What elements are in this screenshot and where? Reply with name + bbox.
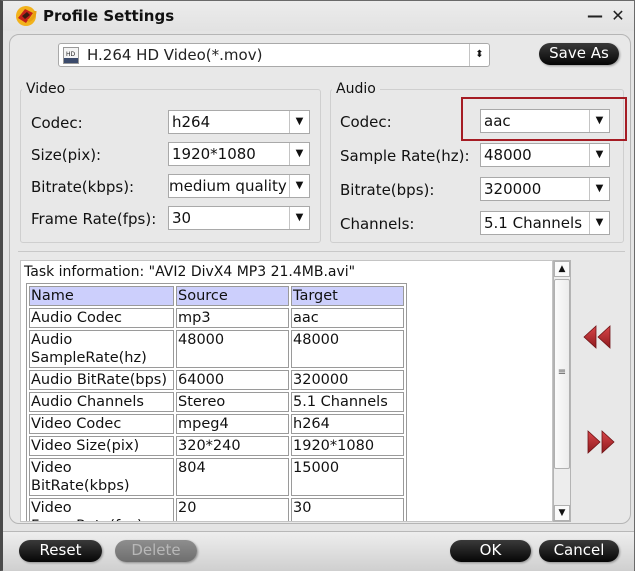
- dropdown-arrow-icon[interactable]: ▼: [289, 207, 309, 229]
- table-row: Video Codec mpeg4 h264: [29, 414, 404, 434]
- row-name: Video FrameRate(fps): [29, 498, 174, 521]
- dropdown-arrow-icon[interactable]: ▼: [289, 111, 309, 133]
- column-header-source: Source: [176, 286, 289, 306]
- table-row: Audio BitRate(bps) 64000 320000: [29, 370, 404, 390]
- save-as-button[interactable]: Save As: [539, 43, 619, 65]
- row-name: Video Codec: [29, 414, 174, 434]
- row-name: Audio BitRate(bps): [29, 370, 174, 390]
- video-legend: Video: [26, 81, 66, 97]
- row-source: 804: [176, 458, 289, 496]
- dropdown-arrow-icon[interactable]: ▼: [589, 178, 609, 200]
- window-title: Profile Settings: [43, 7, 175, 25]
- row-name: Video BitRate(kbps): [29, 458, 174, 496]
- row-target: 5.1 Channels: [291, 392, 404, 412]
- updown-arrow-icon[interactable]: ⬍: [469, 44, 489, 66]
- rewind-icon[interactable]: [583, 325, 613, 349]
- audio-channels-select[interactable]: 5.1 Channels ▼: [480, 211, 610, 235]
- video-bitrate-select[interactable]: medium quality ▼: [168, 174, 310, 198]
- row-source: mpeg4: [176, 414, 289, 434]
- audio-legend: Audio: [336, 81, 376, 97]
- delete-button[interactable]: Delete: [115, 540, 197, 562]
- audio-samplerate-label: Sample Rate(hz):: [340, 147, 470, 165]
- video-framerate-label: Frame Rate(fps):: [31, 210, 157, 228]
- video-size-label: Size(pix):: [31, 146, 102, 164]
- row-source: Stereo: [176, 392, 289, 412]
- divider: [18, 251, 625, 252]
- audio-bitrate-label: Bitrate(bps):: [340, 181, 435, 199]
- audio-samplerate-select[interactable]: 48000 ▼: [480, 143, 610, 167]
- audio-bitrate-value: 320000: [484, 180, 542, 198]
- video-bitrate-value: medium quality: [169, 177, 287, 195]
- dropdown-arrow-icon[interactable]: ▼: [589, 144, 609, 166]
- reset-button[interactable]: Reset: [19, 540, 102, 562]
- minimize-button[interactable]: —: [586, 7, 604, 25]
- scroll-thumb[interactable]: ≡: [554, 279, 570, 469]
- row-source: 20: [176, 498, 289, 521]
- table-header-row: Name Source Target: [29, 286, 404, 306]
- cancel-button[interactable]: Cancel: [539, 540, 619, 562]
- hd-mov-file-icon: HD: [63, 47, 79, 64]
- row-source: mp3: [176, 308, 289, 328]
- video-framerate-select[interactable]: 30 ▼: [168, 206, 310, 230]
- task-info-title: Task information: "AVI2 DivX4 MP3 21.4MB…: [24, 264, 356, 280]
- row-target: h264: [291, 414, 404, 434]
- table-row: Audio SampleRate(hz) 48000 48000: [29, 330, 404, 368]
- row-target: 30: [291, 498, 404, 521]
- video-codec-select[interactable]: h264 ▼: [168, 110, 310, 134]
- title-bar: Profile Settings — ✕: [3, 1, 634, 31]
- column-header-target: Target: [291, 286, 404, 306]
- scroll-up-icon[interactable]: ▲: [554, 261, 570, 277]
- audio-channels-label: Channels:: [340, 215, 415, 233]
- video-size-select[interactable]: 1920*1080 ▼: [168, 142, 310, 166]
- row-name: Audio Codec: [29, 308, 174, 328]
- video-codec-value: h264: [172, 113, 211, 131]
- close-button[interactable]: ✕: [609, 7, 627, 25]
- task-info-table: Name Source Target Audio Codec mp3 aac A…: [26, 283, 407, 521]
- table-row: Video FrameRate(fps) 20 30: [29, 498, 404, 521]
- app-logo-icon: [16, 6, 37, 26]
- task-info-scrollbar[interactable]: ▲ ≡ ▼: [553, 260, 571, 522]
- row-source: 64000: [176, 370, 289, 390]
- task-info-panel: Task information: "AVI2 DivX4 MP3 21.4MB…: [20, 260, 553, 522]
- row-source: 320*240: [176, 436, 289, 456]
- audio-channels-value: 5.1 Channels: [484, 214, 583, 232]
- row-target: 320000: [291, 370, 404, 390]
- table-row: Audio Codec mp3 aac: [29, 308, 404, 328]
- dropdown-arrow-icon[interactable]: ▼: [289, 143, 309, 165]
- row-target: 1920*1080: [291, 436, 404, 456]
- dropdown-arrow-icon[interactable]: ▼: [289, 175, 309, 197]
- row-name: Audio SampleRate(hz): [29, 330, 174, 368]
- table-row: Video Size(pix) 320*240 1920*1080: [29, 436, 404, 456]
- dropdown-arrow-icon[interactable]: ▼: [589, 212, 609, 234]
- profile-settings-window: Profile Settings — ✕ HD H.264 HD Video(*…: [0, 0, 635, 571]
- video-framerate-value: 30: [172, 209, 192, 227]
- svg-text:HD: HD: [66, 51, 76, 58]
- ok-button[interactable]: OK: [450, 540, 531, 562]
- row-name: Video Size(pix): [29, 436, 174, 456]
- fast-forward-icon[interactable]: [587, 430, 617, 454]
- audio-samplerate-value: 48000: [484, 146, 532, 164]
- format-value: H.264 HD Video(*.mov): [87, 46, 263, 64]
- row-name: Audio Channels: [29, 392, 174, 412]
- table-row: Video BitRate(kbps) 804 15000: [29, 458, 404, 496]
- row-target: aac: [291, 308, 404, 328]
- column-header-name: Name: [29, 286, 174, 306]
- row-target: 48000: [291, 330, 404, 368]
- video-codec-label: Codec:: [31, 114, 83, 132]
- table-row: Audio Channels Stereo 5.1 Channels: [29, 392, 404, 412]
- audio-codec-highlight: [461, 97, 627, 141]
- video-size-value: 1920*1080: [172, 145, 256, 163]
- row-target: 15000: [291, 458, 404, 496]
- scroll-down-icon[interactable]: ▼: [554, 505, 570, 521]
- output-format-select[interactable]: HD H.264 HD Video(*.mov) ⬍: [58, 43, 490, 67]
- row-source: 48000: [176, 330, 289, 368]
- audio-bitrate-select[interactable]: 320000 ▼: [480, 177, 610, 201]
- video-bitrate-label: Bitrate(kbps):: [31, 178, 135, 196]
- audio-codec-label: Codec:: [340, 113, 392, 131]
